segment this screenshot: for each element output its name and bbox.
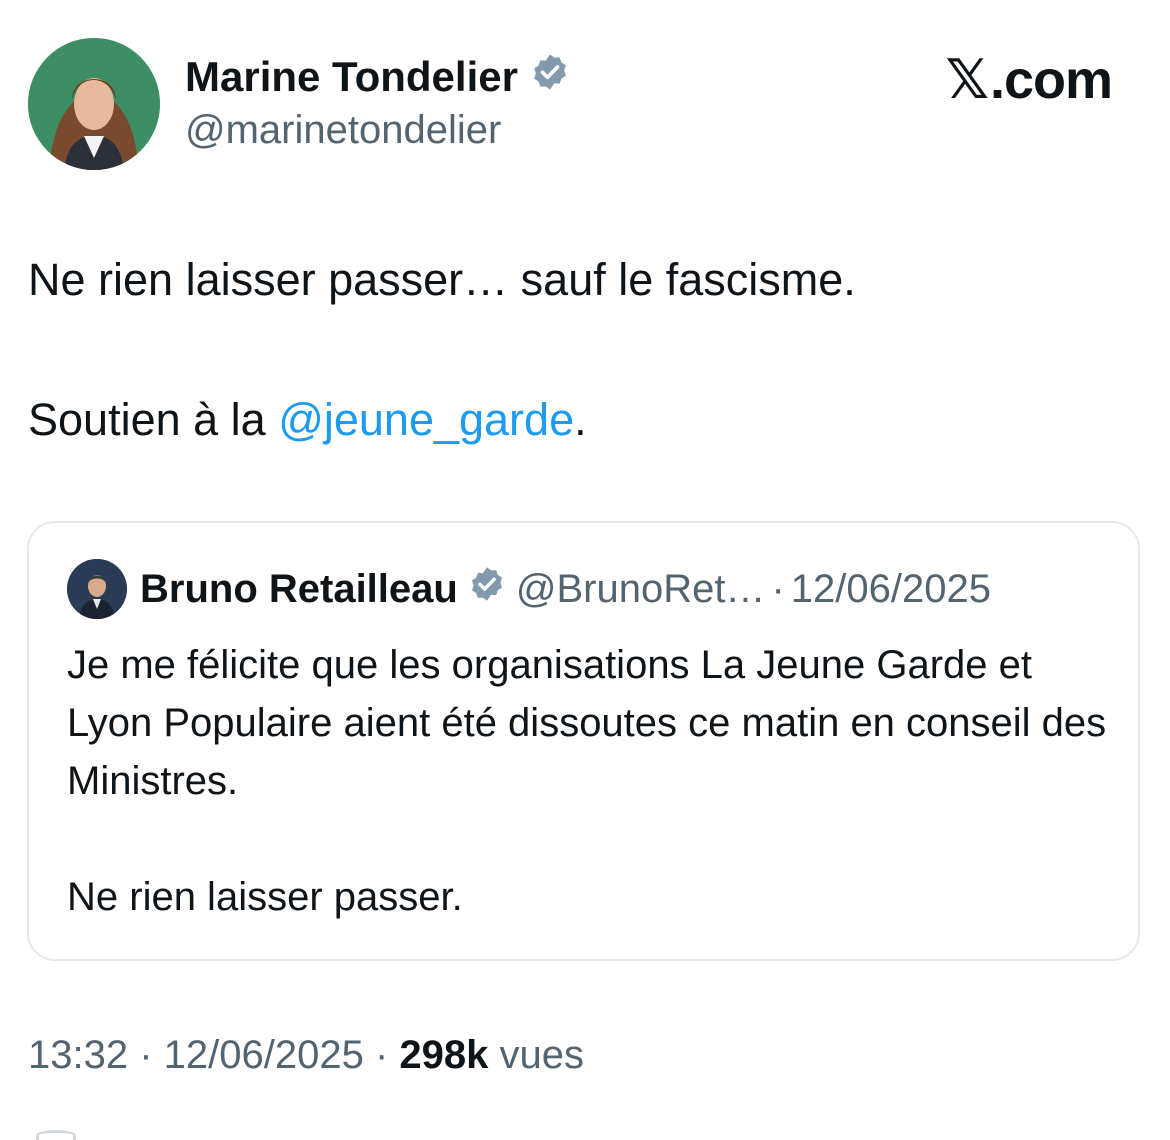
tweet-date[interactable]: 12/06/2025	[164, 1033, 364, 1077]
verified-badge-icon	[468, 565, 506, 613]
quoted-paragraph-1: Je me félicite que les organisations La …	[67, 643, 1107, 803]
quoted-date[interactable]: 12/06/2025	[791, 567, 991, 612]
tweet-line-2-prefix: Soutien à la	[28, 394, 279, 445]
tweet-line-1: Ne rien laisser passer… sauf le fascisme…	[28, 254, 856, 305]
quoted-separator: ·	[771, 566, 785, 611]
tweet-text: Ne rien laisser passer… sauf le fascisme…	[28, 252, 1138, 448]
meta-separator: ·	[128, 1033, 164, 1077]
author-avatar[interactable]	[28, 38, 160, 170]
quoted-author-avatar[interactable]	[67, 559, 127, 619]
quoted-text: Je me félicite que les organisations La …	[67, 636, 1107, 926]
quoted-author-name[interactable]: Bruno Retailleau	[140, 567, 458, 612]
meta-separator: ·	[363, 1033, 400, 1077]
tweet-time[interactable]: 13:32	[28, 1033, 128, 1077]
verified-badge-icon	[530, 52, 570, 102]
author-name[interactable]: Marine Tondelier	[185, 53, 518, 101]
quoted-paragraph-2: Ne rien laisser passer.	[67, 875, 463, 919]
quoted-author-handle[interactable]: @BrunoRet…	[516, 567, 766, 612]
tweet-line-2-suffix: .	[574, 394, 587, 445]
x-logo-mark: 𝕏	[945, 48, 989, 111]
x-logo-icon: 𝕏 .com	[945, 48, 1113, 111]
author-handle[interactable]: @marinetondelier	[185, 108, 501, 153]
action-icon-partial[interactable]	[36, 1130, 76, 1140]
views-count: 298k	[399, 1033, 489, 1077]
site-logo-text: .com	[989, 49, 1113, 110]
author-name-row: Marine Tondelier	[185, 52, 570, 102]
tweet-line-2: Soutien à la @jeune_garde.	[28, 392, 1138, 448]
quoted-tweet-card[interactable]: Bruno Retailleau @BrunoRet… · 12/06/2025…	[27, 521, 1140, 961]
views-label: vues	[488, 1033, 585, 1077]
tweet-meta: 13:32 · 12/06/2025 · 298k vues	[28, 1033, 584, 1078]
mention-link[interactable]: @jeune_garde	[278, 394, 574, 445]
quoted-header: Bruno Retailleau @BrunoRet… · 12/06/2025	[140, 565, 991, 613]
